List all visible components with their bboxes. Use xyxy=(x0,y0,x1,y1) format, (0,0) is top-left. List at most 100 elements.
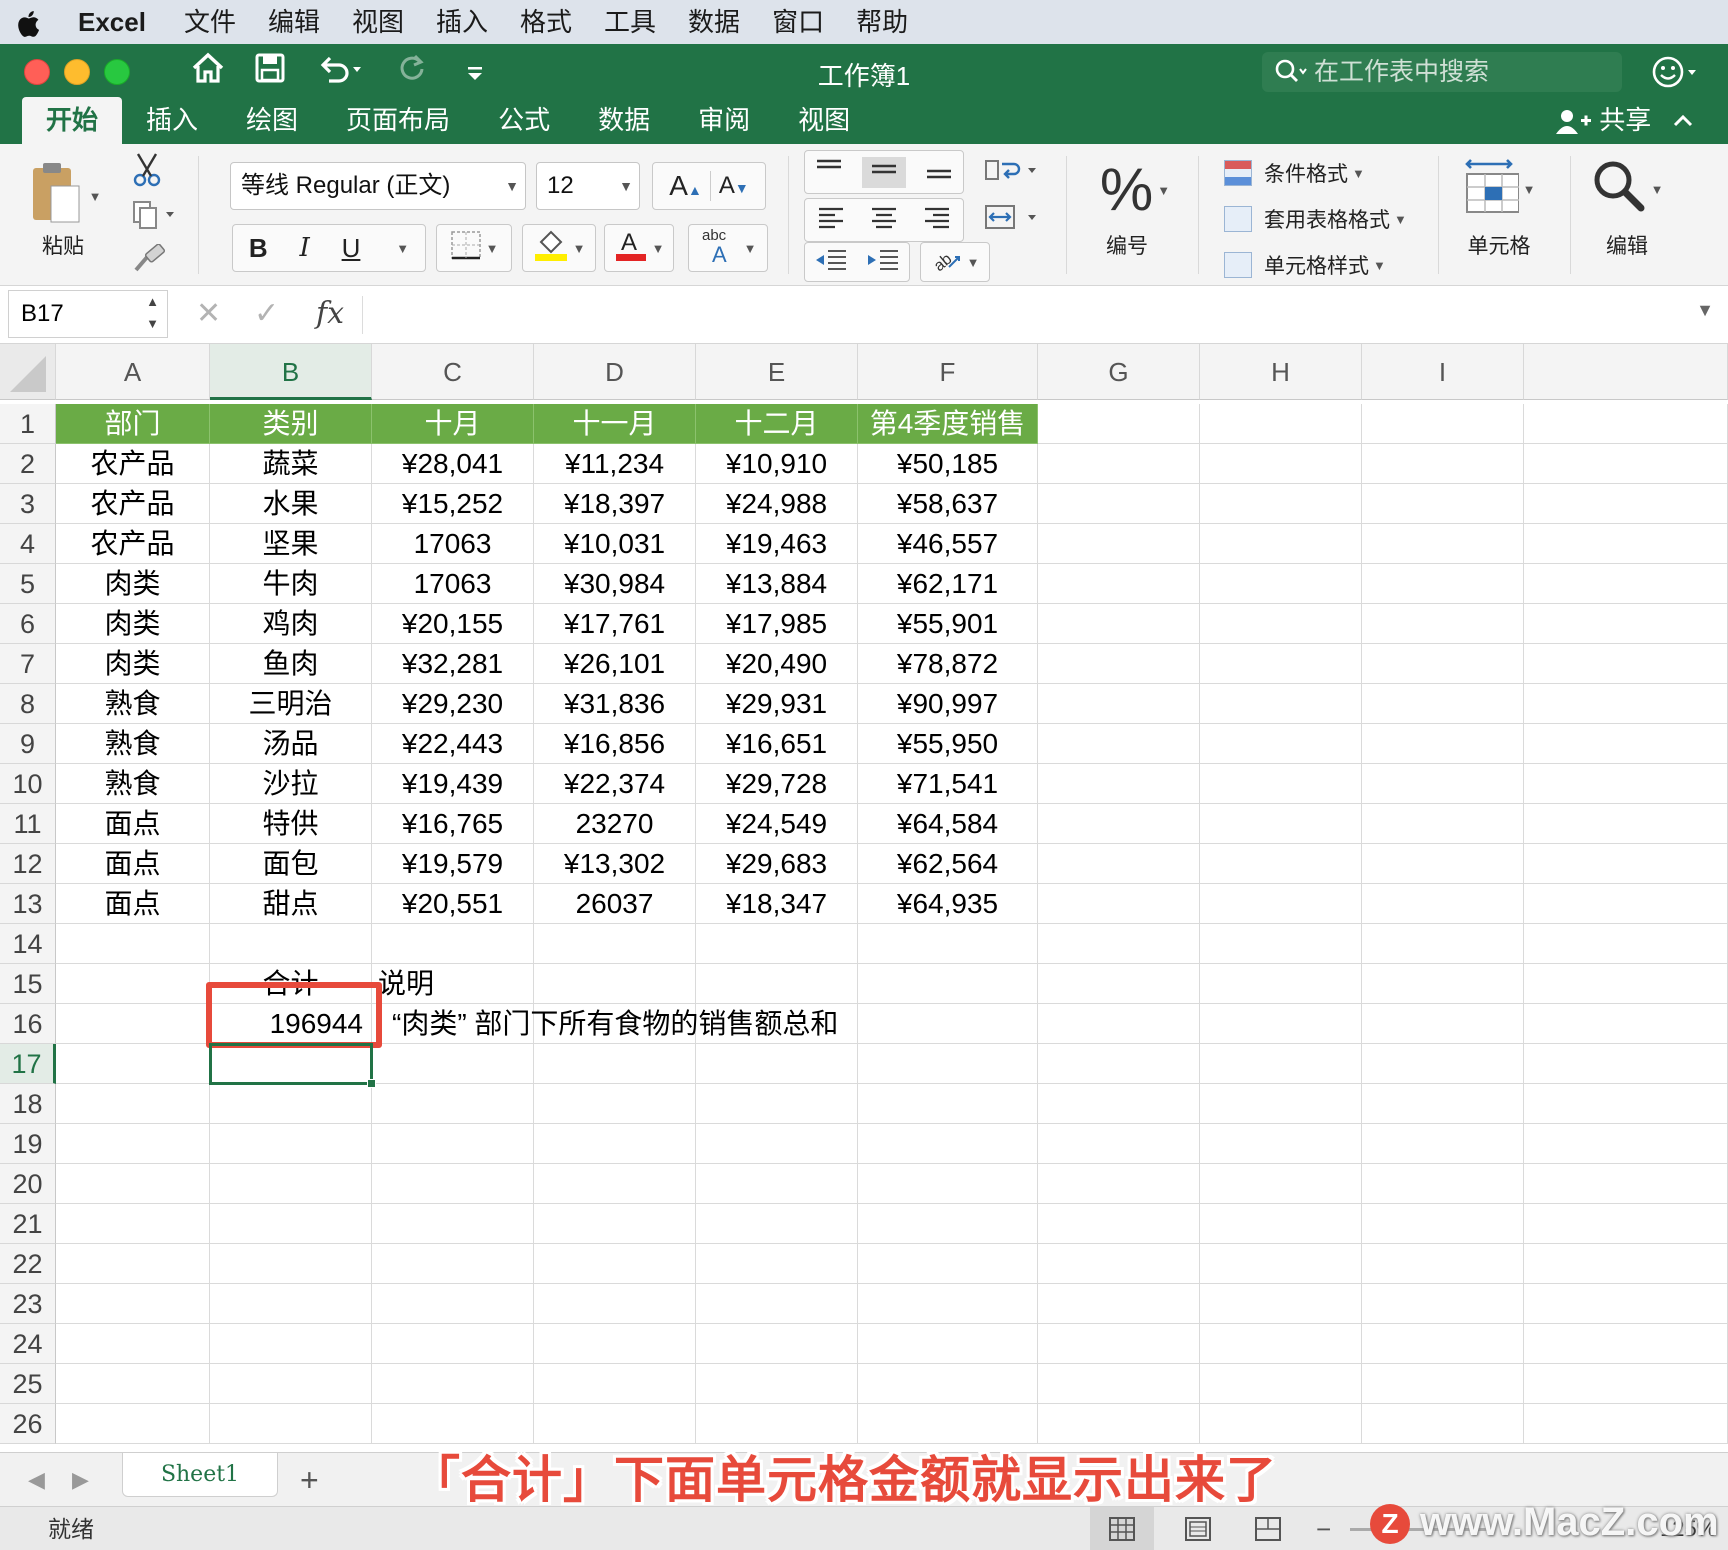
table-cell[interactable]: 熟食 xyxy=(56,684,210,724)
cell[interactable] xyxy=(1524,1324,1728,1364)
row-header-3[interactable]: 3 xyxy=(0,484,56,524)
cell[interactable] xyxy=(858,1124,1038,1164)
cell[interactable] xyxy=(1038,804,1200,844)
cell[interactable] xyxy=(1200,1084,1362,1124)
cell[interactable] xyxy=(534,1044,696,1084)
cell[interactable] xyxy=(1524,1124,1728,1164)
cell[interactable] xyxy=(696,1364,858,1404)
stepper-arrows-icon[interactable]: ▲ ▼ xyxy=(146,291,159,335)
row-header-9[interactable]: 9 xyxy=(0,724,56,764)
tab-home[interactable]: 开始 xyxy=(22,97,123,144)
column-header-b[interactable]: B xyxy=(210,344,372,400)
fill-handle[interactable] xyxy=(367,1079,376,1088)
table-cell[interactable]: 三明治 xyxy=(210,684,372,724)
cell[interactable] xyxy=(1038,964,1200,1004)
cell[interactable] xyxy=(696,924,858,964)
align-top-icon[interactable] xyxy=(815,157,843,188)
table-cell[interactable]: 面点 xyxy=(56,844,210,884)
cell[interactable] xyxy=(1362,1124,1524,1164)
cell[interactable] xyxy=(372,1284,534,1324)
cell[interactable] xyxy=(1038,1324,1200,1364)
collapse-ribbon-icon[interactable] xyxy=(1672,97,1694,144)
row-header-14[interactable]: 14 xyxy=(0,924,56,964)
cell[interactable] xyxy=(1524,604,1728,644)
cell[interactable] xyxy=(56,1084,210,1124)
cell[interactable] xyxy=(1362,404,1524,444)
table-cell[interactable]: 23270 xyxy=(534,804,696,844)
table-cell[interactable]: ¥55,950 xyxy=(858,724,1038,764)
table-cell[interactable]: 面点 xyxy=(56,884,210,924)
cell[interactable] xyxy=(1038,684,1200,724)
cell[interactable] xyxy=(210,1324,372,1364)
align-left-icon[interactable] xyxy=(817,205,845,236)
cell[interactable] xyxy=(696,964,858,1004)
menu-insert[interactable]: 插入 xyxy=(420,0,504,44)
row-header-12[interactable]: 12 xyxy=(0,844,56,884)
cell[interactable] xyxy=(372,1164,534,1204)
font-color-button[interactable]: A ▼ xyxy=(604,224,674,272)
cell[interactable] xyxy=(1200,484,1362,524)
cell[interactable] xyxy=(1038,484,1200,524)
cell[interactable] xyxy=(1200,1044,1362,1084)
format-as-table-button[interactable]: 套用表格格式 ▼ xyxy=(1224,204,1407,234)
header-department[interactable]: 部门 xyxy=(56,404,210,444)
cell[interactable] xyxy=(1200,404,1362,444)
cell[interactable] xyxy=(1200,1324,1362,1364)
cell[interactable] xyxy=(534,1364,696,1404)
cell[interactable] xyxy=(696,1404,858,1444)
menu-file[interactable]: 文件 xyxy=(168,0,252,44)
row-header-22[interactable]: 22 xyxy=(0,1244,56,1284)
cell[interactable] xyxy=(1362,684,1524,724)
menu-help[interactable]: 帮助 xyxy=(840,0,924,44)
cell[interactable] xyxy=(1038,1364,1200,1404)
column-header-f[interactable]: F xyxy=(858,344,1038,400)
menu-view[interactable]: 视图 xyxy=(336,0,420,44)
cell[interactable] xyxy=(56,924,210,964)
cell[interactable] xyxy=(534,1244,696,1284)
page-layout-view-icon[interactable] xyxy=(1166,1507,1230,1550)
table-cell[interactable]: ¥62,564 xyxy=(858,844,1038,884)
cancel-x-icon[interactable]: ✕ xyxy=(196,290,221,338)
table-cell[interactable]: ¥64,584 xyxy=(858,804,1038,844)
cell[interactable] xyxy=(1038,1164,1200,1204)
row-header-24[interactable]: 24 xyxy=(0,1324,56,1364)
orientation-button[interactable]: ab ▼ xyxy=(920,242,990,282)
cell[interactable] xyxy=(1524,1244,1728,1284)
cell[interactable] xyxy=(1362,724,1524,764)
table-cell[interactable]: ¥29,683 xyxy=(696,844,858,884)
cell[interactable] xyxy=(1200,964,1362,1004)
tab-view[interactable]: 视图 xyxy=(774,97,874,144)
align-center-icon[interactable] xyxy=(870,205,898,236)
cell[interactable] xyxy=(534,1164,696,1204)
sheet-tab-sheet1[interactable]: Sheet1 xyxy=(122,1453,278,1497)
cell[interactable] xyxy=(534,1404,696,1444)
cell[interactable] xyxy=(210,1164,372,1204)
cut-scissors-icon[interactable] xyxy=(132,152,162,193)
cell[interactable] xyxy=(210,1404,372,1444)
cell[interactable] xyxy=(372,924,534,964)
menu-window[interactable]: 窗口 xyxy=(756,0,840,44)
cell[interactable] xyxy=(534,1084,696,1124)
menu-format[interactable]: 格式 xyxy=(504,0,588,44)
cell[interactable] xyxy=(1038,404,1200,444)
header-q4-sales[interactable]: 第4季度销售 xyxy=(858,404,1038,444)
row-header-25[interactable]: 25 xyxy=(0,1364,56,1404)
row-header-19[interactable]: 19 xyxy=(0,1124,56,1164)
table-cell[interactable]: ¥50,185 xyxy=(858,444,1038,484)
row-header-8[interactable]: 8 xyxy=(0,684,56,724)
table-cell[interactable]: ¥20,490 xyxy=(696,644,858,684)
confirm-check-icon[interactable]: ✓ xyxy=(254,290,279,338)
table-cell[interactable]: 沙拉 xyxy=(210,764,372,804)
table-cell[interactable]: ¥62,171 xyxy=(858,564,1038,604)
font-size-select[interactable]: 12 ▼ xyxy=(536,162,640,210)
cell[interactable] xyxy=(1524,764,1728,804)
cell[interactable] xyxy=(1362,444,1524,484)
expand-formula-bar-icon[interactable]: ▼ xyxy=(1696,300,1714,321)
italic-button[interactable]: I xyxy=(300,233,310,263)
cell[interactable] xyxy=(1362,1084,1524,1124)
row-header-11[interactable]: 11 xyxy=(0,804,56,844)
underline-button[interactable]: U xyxy=(342,233,361,264)
cell[interactable] xyxy=(1524,1404,1728,1444)
cell[interactable] xyxy=(534,924,696,964)
increase-indent-icon[interactable] xyxy=(866,247,900,278)
